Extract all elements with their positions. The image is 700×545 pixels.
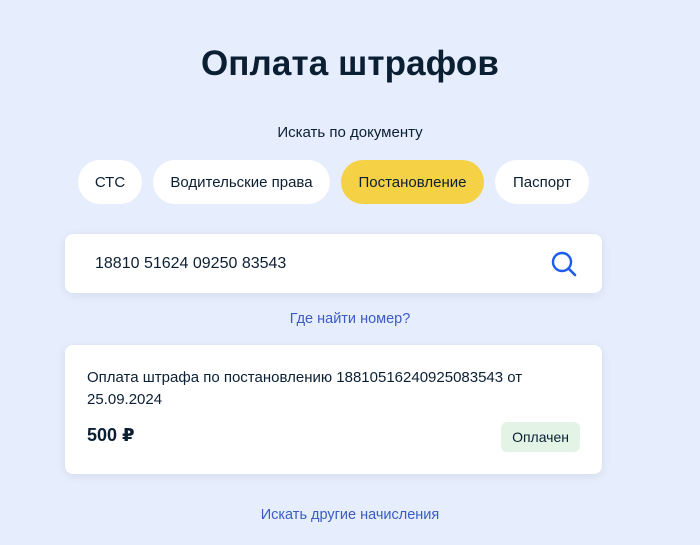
tab-resolution[interactable]: Постановление: [341, 160, 484, 204]
fine-amount: 500 ₽: [87, 425, 135, 445]
status-badge: Оплачен: [501, 422, 580, 452]
tab-driver-license[interactable]: Водительские права: [153, 160, 330, 204]
document-type-tabs: СТС Водительские права Постановление Пас…: [0, 160, 700, 204]
search-other-charges-link[interactable]: Искать другие начисления: [0, 507, 700, 523]
tab-passport[interactable]: Паспорт: [495, 160, 589, 204]
search-by-document-label: Искать по документу: [277, 124, 423, 141]
where-to-find-number-link[interactable]: Где найти номер?: [0, 311, 700, 327]
search-icon[interactable]: [550, 250, 578, 278]
search-input[interactable]: [95, 234, 535, 293]
fine-description: Оплата штрафа по постановлению 188105162…: [87, 369, 523, 408]
page-title: Оплата штрафов: [200, 44, 499, 83]
search-box: [65, 234, 602, 293]
tab-sts[interactable]: СТС: [78, 160, 142, 204]
fine-result-card[interactable]: Оплата штрафа по постановлению 188105162…: [65, 345, 602, 474]
